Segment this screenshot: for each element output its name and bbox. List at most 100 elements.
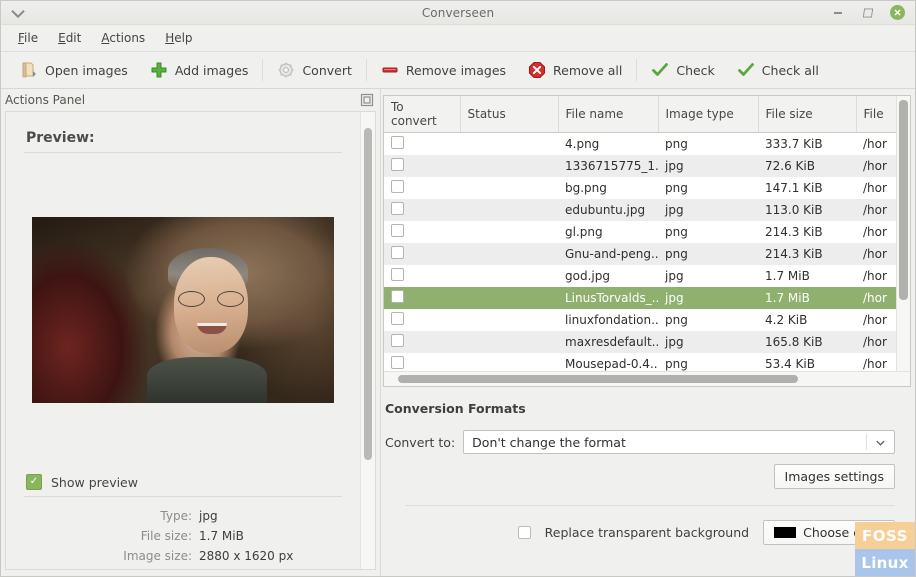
preview-glasses	[178, 290, 245, 307]
table-row[interactable]: 4.png png 333.7 KiB/hor	[384, 133, 896, 156]
watermark-line-2: Linux	[855, 549, 915, 576]
cell-to-convert[interactable]	[384, 177, 460, 199]
toolbar-separator-2	[365, 59, 367, 81]
row-checkbox[interactable]	[391, 290, 404, 303]
table-row[interactable]: Gnu-and-peng... png 214.3 KiB/hor	[384, 243, 896, 265]
open-images-button[interactable]: Open images	[9, 57, 139, 83]
column-header-to-convert[interactable]: To convert	[384, 96, 461, 133]
add-images-button[interactable]: Add images	[139, 57, 260, 83]
show-preview-row[interactable]: ✓ Show preview	[26, 474, 342, 490]
cell-file-name: Gnu-and-peng...	[558, 243, 658, 265]
images-settings-button[interactable]: Images settings	[773, 464, 895, 489]
column-header-status[interactable]: Status	[460, 96, 559, 133]
cell-file-name: 4.png	[565, 137, 600, 151]
minimize-button[interactable]	[830, 5, 846, 21]
menu-help[interactable]: Help	[156, 28, 201, 48]
cell-to-convert[interactable]	[384, 353, 460, 371]
detail-value-file-size: 1.7 MiB	[199, 529, 244, 543]
cell-to-convert[interactable]	[384, 287, 460, 309]
table-row[interactable]: linuxfondation... png 4.2 KiB/hor	[384, 309, 896, 331]
show-preview-label: Show preview	[51, 474, 138, 490]
close-button[interactable]	[890, 5, 905, 20]
actions-panel-scrollbar-thumb[interactable]	[364, 128, 372, 460]
table-row[interactable]: gl.png png 214.3 KiB/hor	[384, 221, 896, 243]
cell-image-type: jpg	[658, 199, 758, 221]
remove-all-label: Remove all	[553, 62, 623, 78]
menu-file[interactable]: File	[9, 28, 47, 48]
cell-to-convert[interactable]	[384, 133, 460, 156]
row-checkbox[interactable]	[391, 224, 404, 237]
convert-to-select[interactable]: Don't change the format	[463, 430, 895, 454]
cell-file-path: /hor	[856, 155, 896, 177]
cell-image-type: png	[665, 313, 688, 327]
conversion-formats-title: Conversion Formats	[385, 401, 526, 416]
watermark-line-1: FOSS	[855, 522, 915, 549]
cell-to-convert[interactable]	[384, 199, 460, 221]
row-checkbox[interactable]	[391, 246, 404, 259]
column-header-file-name[interactable]: File name	[558, 96, 659, 133]
file-list-vertical-scrollbar[interactable]	[896, 96, 910, 371]
replace-transparent-background-checkbox[interactable]	[517, 526, 531, 539]
cell-to-convert[interactable]	[384, 331, 460, 353]
row-checkbox[interactable]	[391, 312, 404, 325]
menu-edit-rest: dit	[65, 31, 82, 45]
file-list-header-row: To convert Status File name Image type F…	[384, 96, 896, 133]
cell-file-size: 214.3 KiB	[758, 243, 856, 265]
toolbar-separator-3	[636, 59, 638, 81]
detail-label-type: Type:	[160, 509, 192, 523]
row-checkbox[interactable]	[391, 268, 404, 281]
table-row[interactable]: 1336715775_1....jpg72.6 KiB/hor	[384, 155, 896, 177]
chevron-down-icon[interactable]	[866, 434, 886, 450]
cell-file-size: 4.2 KiB	[765, 313, 808, 327]
menu-edit[interactable]: Edit	[49, 28, 90, 48]
maximize-button[interactable]	[860, 5, 876, 21]
actions-panel-scrollbar[interactable]	[360, 112, 375, 569]
row-checkbox[interactable]	[391, 202, 404, 215]
file-list-main: To convert Status File name Image type F…	[384, 96, 910, 371]
table-row[interactable]: Mousepad-0.4.... png 53.4 KiB/hor	[384, 353, 896, 371]
convert-to-row: Convert to: Don't change the format	[385, 430, 895, 454]
cell-to-convert[interactable]	[384, 221, 460, 243]
table-row[interactable]: maxresdefault... jpg 165.8 KiB/hor	[384, 331, 896, 353]
table-row[interactable]: bg.png png 147.1 KiB/hor	[384, 177, 896, 199]
gear-icon	[277, 61, 295, 79]
row-checkbox[interactable]	[391, 158, 404, 171]
cell-file-name: maxresdefault...	[558, 331, 658, 353]
file-list-head: To convert Status File name Image type F…	[384, 96, 896, 133]
menu-actions[interactable]: Actions	[92, 28, 154, 48]
cell-file-path: /hor	[863, 225, 887, 239]
check-all-button[interactable]: Check all	[726, 57, 830, 83]
cell-to-convert[interactable]	[384, 243, 460, 265]
row-checkbox[interactable]	[391, 356, 404, 369]
row-checkbox[interactable]	[391, 136, 404, 149]
column-header-image-type[interactable]: Image type	[658, 96, 759, 133]
check-button[interactable]: Check	[640, 57, 725, 83]
cell-file-size: 214.3 KiB	[765, 225, 823, 239]
remove-all-button[interactable]: Remove all	[517, 57, 633, 83]
undock-icon[interactable]	[360, 93, 374, 107]
cell-file-size: 147.1 KiB	[765, 181, 823, 195]
cell-file-name: bg.png	[565, 181, 607, 195]
file-list-hscrollbar-thumb[interactable]	[398, 375, 798, 383]
cell-file-size: 1.7 MiB	[758, 287, 856, 309]
row-checkbox[interactable]	[391, 334, 404, 347]
cell-to-convert[interactable]	[384, 265, 460, 287]
file-list-vscrollbar-thumb[interactable]	[899, 100, 908, 300]
table-row[interactable]: LinusTorvalds_... jpg 1.7 MiB/hor	[384, 287, 896, 309]
row-checkbox[interactable]	[391, 180, 404, 193]
table-row[interactable]: edubuntu.jpg jpg 113.0 KiB/hor	[384, 199, 896, 221]
window-title: Converseen	[421, 5, 495, 20]
stop-delete-icon	[528, 61, 546, 79]
cell-to-convert[interactable]	[384, 309, 460, 331]
column-header-file-size[interactable]: File size	[758, 96, 857, 133]
column-header-file[interactable]: File	[856, 96, 896, 133]
convert-button[interactable]: Convert	[266, 57, 362, 83]
cell-status	[460, 177, 558, 199]
cell-to-convert[interactable]	[384, 155, 460, 177]
images-settings-row: Images settings	[385, 464, 895, 489]
cell-status	[460, 331, 558, 353]
show-preview-checkbox[interactable]: ✓	[26, 474, 42, 490]
table-row[interactable]: god.jpg jpg 1.7 MiB/hor	[384, 265, 896, 287]
file-list-horizontal-scrollbar[interactable]	[384, 371, 910, 386]
remove-images-button[interactable]: Remove images	[370, 57, 517, 83]
